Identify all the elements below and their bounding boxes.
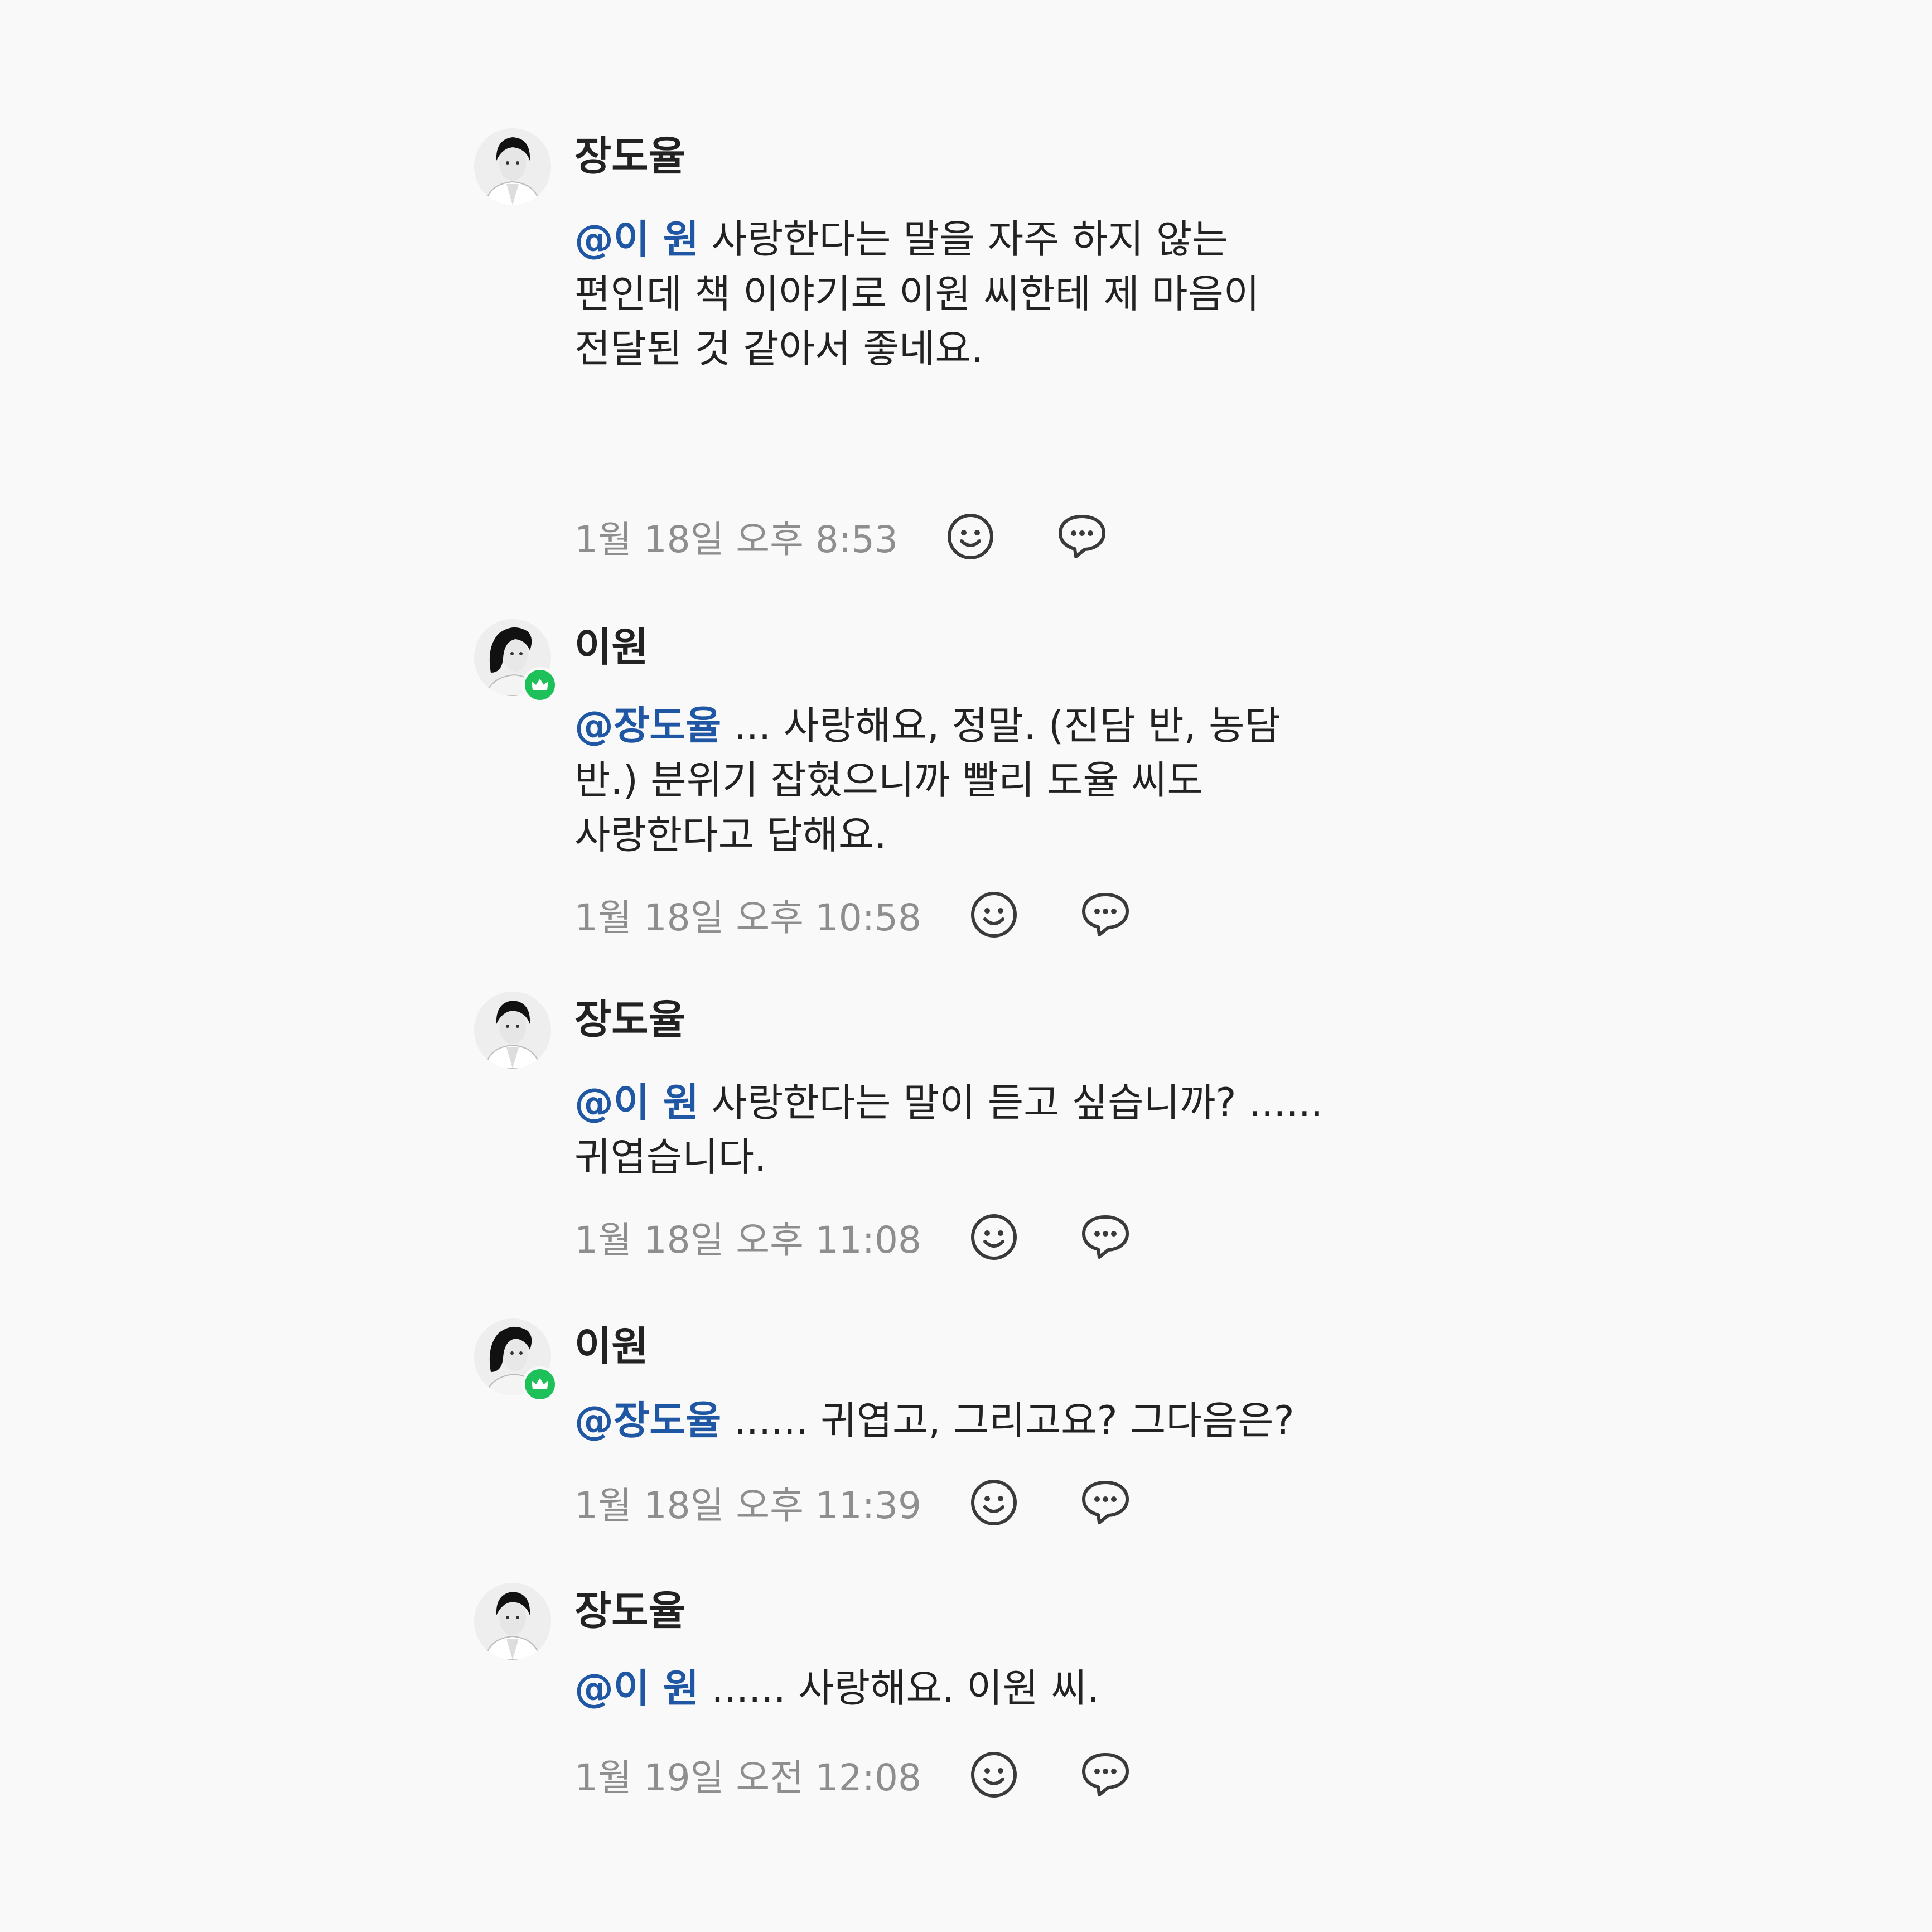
smile-icon	[971, 1214, 1017, 1260]
speech-bubble-icon	[1059, 515, 1106, 558]
crown-badge	[522, 1366, 558, 1402]
comment-meta: 1월 19일 오전 12:08	[574, 1747, 1133, 1803]
avatar[interactable]	[474, 619, 558, 703]
reply-button[interactable]	[1078, 1747, 1133, 1803]
comment-text: ...... 사랑해요. 이원 씨.	[699, 1665, 1099, 1711]
crown-icon	[532, 1378, 548, 1389]
mention-link[interactable]: @이 원	[574, 1665, 699, 1711]
timestamp: 1월 18일 오후 11:08	[574, 1219, 921, 1262]
avatar[interactable]	[474, 128, 551, 205]
reaction-button[interactable]	[966, 1209, 1022, 1265]
crown-badge	[522, 667, 558, 703]
comment-meta: 1월 18일 오후 10:58	[574, 887, 1133, 943]
smile-icon	[948, 514, 994, 559]
reply-button[interactable]	[1078, 1209, 1133, 1265]
timestamp: 1월 18일 오후 11:39	[574, 1484, 921, 1527]
comment-author[interactable]: 이원	[574, 627, 648, 667]
timestamp: 1월 18일 오후 8:53	[574, 518, 899, 561]
comment-author[interactable]: 이원	[574, 1326, 648, 1366]
reaction-button[interactable]	[943, 509, 998, 564]
reaction-button[interactable]	[966, 1475, 1022, 1530]
avatar-photo-man	[474, 992, 551, 1069]
speech-bubble-icon	[1082, 893, 1129, 936]
speech-bubble-icon	[1082, 1481, 1129, 1524]
speech-bubble-icon	[1082, 1215, 1129, 1259]
mention-link[interactable]: @이 원	[574, 1080, 699, 1126]
comment-body: @장도율 ...... 귀엽고, 그리고요? 그다음은?	[574, 1393, 1327, 1448]
reply-button[interactable]	[1078, 1475, 1133, 1530]
comment-text: ...... 귀엽고, 그리고요? 그다음은?	[721, 1398, 1295, 1443]
timestamp: 1월 19일 오전 12:08	[574, 1756, 921, 1799]
avatar-photo-man	[474, 1583, 551, 1660]
timestamp: 1월 18일 오후 10:58	[574, 896, 921, 939]
smile-icon	[971, 1752, 1017, 1798]
reaction-button[interactable]	[966, 1747, 1022, 1803]
avatar[interactable]	[474, 1318, 558, 1402]
comment-body: @이 원 사랑한다는 말이 듣고 싶습니까? ...... 귀엽습니다.	[574, 1075, 1327, 1185]
smile-icon	[971, 892, 1017, 938]
comment-meta: 1월 18일 오후 11:39	[574, 1475, 1133, 1530]
avatar-photo-man	[474, 128, 551, 205]
avatar[interactable]	[474, 1583, 551, 1660]
comment-author[interactable]: 장도율	[574, 999, 685, 1040]
comment-meta: 1월 18일 오후 8:53	[574, 509, 1110, 564]
mention-link[interactable]: @이 원	[574, 216, 699, 262]
comment-author[interactable]: 장도율	[574, 136, 685, 176]
speech-bubble-icon	[1082, 1753, 1129, 1796]
reply-button[interactable]	[1078, 887, 1133, 943]
reaction-button[interactable]	[966, 887, 1022, 943]
comment-author[interactable]: 장도율	[574, 1591, 685, 1631]
comment-body: @이 원 ...... 사랑해요. 이원 씨.	[574, 1661, 1327, 1716]
crown-icon	[532, 679, 548, 690]
mention-link[interactable]: @장도율	[574, 703, 721, 748]
avatar[interactable]	[474, 992, 551, 1069]
mention-link[interactable]: @장도율	[574, 1398, 721, 1443]
reply-button[interactable]	[1054, 509, 1110, 564]
comment-meta: 1월 18일 오후 11:08	[574, 1209, 1133, 1265]
smile-icon	[971, 1480, 1017, 1525]
comment-body: @이 원 사랑한다는 말을 자주 하지 않는 편인데 책 이야기로 이원 씨한테…	[574, 212, 1327, 376]
comment-body: @장도율 ... 사랑해요, 정말. (진담 반, 농담 반.) 분위기 잡혔으…	[574, 698, 1327, 862]
